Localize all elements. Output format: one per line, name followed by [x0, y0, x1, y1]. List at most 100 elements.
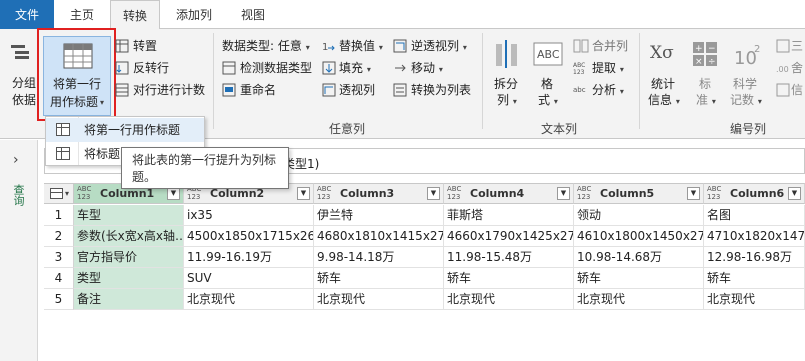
filter-dropdown-icon[interactable]: ▼ — [297, 187, 310, 200]
table-cell[interactable]: 领动 — [574, 205, 704, 226]
table-cell[interactable]: 备注 — [74, 289, 184, 310]
row-number[interactable]: 3 — [44, 247, 74, 268]
column-header[interactable]: ABC 123 Column5 ▼ — [574, 183, 704, 204]
svg-text:Χσ: Χσ — [650, 43, 674, 63]
standard-button[interactable]: 标 — [699, 76, 711, 92]
extract-icon: ABC123 — [573, 62, 585, 76]
trig-icon — [776, 39, 790, 53]
fill-button[interactable]: 填充 ▾ — [339, 60, 371, 78]
queries-pane: › 查询 — [0, 140, 38, 361]
move-button[interactable]: 移动 ▾ — [411, 60, 443, 78]
group-by-button[interactable]: 分组 — [12, 75, 36, 91]
table-cell[interactable]: 4500x1850x1715x2640 — [184, 226, 314, 247]
table-menu-button[interactable]: ▾ — [44, 183, 74, 204]
convert-to-list-button[interactable]: 转换为列表 — [411, 82, 471, 98]
extract-button[interactable]: 提取 ▾ — [592, 60, 624, 78]
replace-values-button[interactable]: 替换值 ▾ — [339, 38, 383, 56]
split-column-icon — [496, 40, 517, 68]
table-cell[interactable]: 北京现代 — [314, 289, 444, 310]
detect-data-type-button[interactable]: 检测数据类型 — [240, 60, 312, 76]
menu-item-use-first-row[interactable]: 将第一行用作标题 — [46, 118, 204, 142]
type-any-icon[interactable]: ABC 123 — [447, 185, 461, 201]
merge-columns-button[interactable]: 合并列 — [592, 38, 628, 54]
ribbon-separator — [482, 33, 483, 129]
type-any-icon[interactable]: ABC 123 — [707, 185, 721, 201]
table-cell[interactable]: 11.99-16.19万 — [184, 247, 314, 268]
table-cell[interactable]: 12.98-16.98万 — [704, 247, 805, 268]
pivot-column-button[interactable]: 透视列 — [339, 82, 375, 98]
parse-button[interactable]: 分析 ▾ — [592, 82, 624, 100]
tab-transform[interactable]: 转换 — [110, 0, 160, 30]
information-icon — [776, 83, 790, 97]
table-cell[interactable]: 菲斯塔 — [444, 205, 574, 226]
column-header[interactable]: ABC 123 Column6 ▼ — [704, 183, 805, 204]
count-rows-button[interactable]: 对行进行计数 — [133, 82, 205, 98]
row-number[interactable]: 2 — [44, 226, 74, 247]
row-number[interactable]: 5 — [44, 289, 74, 310]
table-cell[interactable]: 4610x1800x1450x2700 — [574, 226, 704, 247]
chevron-down-icon: ▾ — [65, 189, 70, 198]
group-by-icon — [11, 45, 29, 59]
table-header-icon — [56, 123, 70, 136]
tab-add-column[interactable]: 添加列 — [164, 0, 224, 29]
table-cell[interactable]: 伊兰特 — [314, 205, 444, 226]
menu-item-label: 将标题 — [84, 147, 121, 161]
type-any-icon[interactable]: ABC 123 — [317, 185, 331, 201]
split-column-button[interactable]: 拆分 — [494, 76, 518, 92]
filter-dropdown-icon[interactable]: ▼ — [427, 187, 440, 200]
chevron-right-icon[interactable]: › — [13, 152, 19, 168]
column-header[interactable]: ABC 123 Column4 ▼ — [444, 183, 574, 204]
type-any-icon[interactable]: ABC 123 — [77, 185, 91, 201]
table-cell[interactable]: 北京现代 — [184, 289, 314, 310]
format-icon: ABC — [533, 42, 563, 66]
filter-dropdown-icon[interactable]: ▼ — [557, 187, 570, 200]
statistics-icon: Χσ — [650, 43, 674, 63]
format-button[interactable]: 格 — [541, 76, 553, 92]
transpose-button[interactable]: 转置 — [133, 38, 157, 54]
statistics-button[interactable]: 统计 — [651, 76, 675, 92]
information-button[interactable]: 信 — [791, 82, 803, 98]
tab-file[interactable]: 文件 — [0, 0, 54, 29]
table-cell[interactable]: 10.98-14.68万 — [574, 247, 704, 268]
table-cell[interactable]: 北京现代 — [704, 289, 805, 310]
table-cell[interactable]: 4660x1790x1425x2700 — [444, 226, 574, 247]
table-cell[interactable]: 轿车 — [314, 268, 444, 289]
table-cell[interactable]: 9.98-14.18万 — [314, 247, 444, 268]
ribbon-separator — [213, 33, 214, 129]
scientific-button[interactable]: 科学 — [733, 76, 757, 92]
ribbon-separator — [639, 33, 640, 129]
table-cell[interactable]: 轿车 — [574, 268, 704, 289]
move-icon — [395, 64, 406, 72]
table-cell[interactable]: 轿车 — [444, 268, 574, 289]
format-label2: 式 ▾ — [538, 93, 558, 107]
table-cell[interactable]: 4680x1810x1415x2720 — [314, 226, 444, 247]
unpivot-columns-button[interactable]: 逆透视列 ▾ — [411, 38, 467, 56]
trig-button[interactable]: 三 — [791, 38, 803, 54]
table-cell[interactable]: 北京现代 — [444, 289, 574, 310]
reverse-rows-button[interactable]: 反转行 — [133, 60, 169, 76]
table-cell[interactable]: ix35 — [184, 205, 314, 226]
column-header[interactable]: ABC 123 Column3 ▼ — [314, 183, 444, 204]
table-cell[interactable]: 轿车 — [704, 268, 805, 289]
reverse-rows-icon — [115, 61, 129, 75]
data-type-dropdown[interactable]: 数据类型: 任意 ▾ — [222, 38, 310, 56]
table-cell[interactable]: SUV — [184, 268, 314, 289]
tab-view[interactable]: 视图 — [228, 0, 278, 29]
table-cell[interactable]: 北京现代 — [574, 289, 704, 310]
table-cell[interactable]: 11.98-15.48万 — [444, 247, 574, 268]
table-cell[interactable]: 官方指导价 — [74, 247, 184, 268]
row-number[interactable]: 4 — [44, 268, 74, 289]
row-number[interactable]: 1 — [44, 205, 74, 226]
filter-dropdown-icon[interactable]: ▼ — [788, 187, 801, 200]
group-label-any-column: 任意列 — [329, 122, 366, 136]
type-any-icon[interactable]: ABC 123 — [577, 185, 591, 201]
tab-home[interactable]: 主页 — [58, 0, 106, 29]
table-cell[interactable]: 名图 — [704, 205, 805, 226]
table-cell[interactable]: 4710x1820x1470x27 — [704, 226, 805, 247]
rounding-button[interactable]: 舍 — [791, 60, 803, 76]
table-cell[interactable]: 参数(长x宽x高x轴… — [74, 226, 184, 247]
table-cell[interactable]: 车型 — [74, 205, 184, 226]
filter-dropdown-icon[interactable]: ▼ — [687, 187, 700, 200]
table-cell[interactable]: 类型 — [74, 268, 184, 289]
rename-button[interactable]: 重命名 — [240, 82, 276, 98]
